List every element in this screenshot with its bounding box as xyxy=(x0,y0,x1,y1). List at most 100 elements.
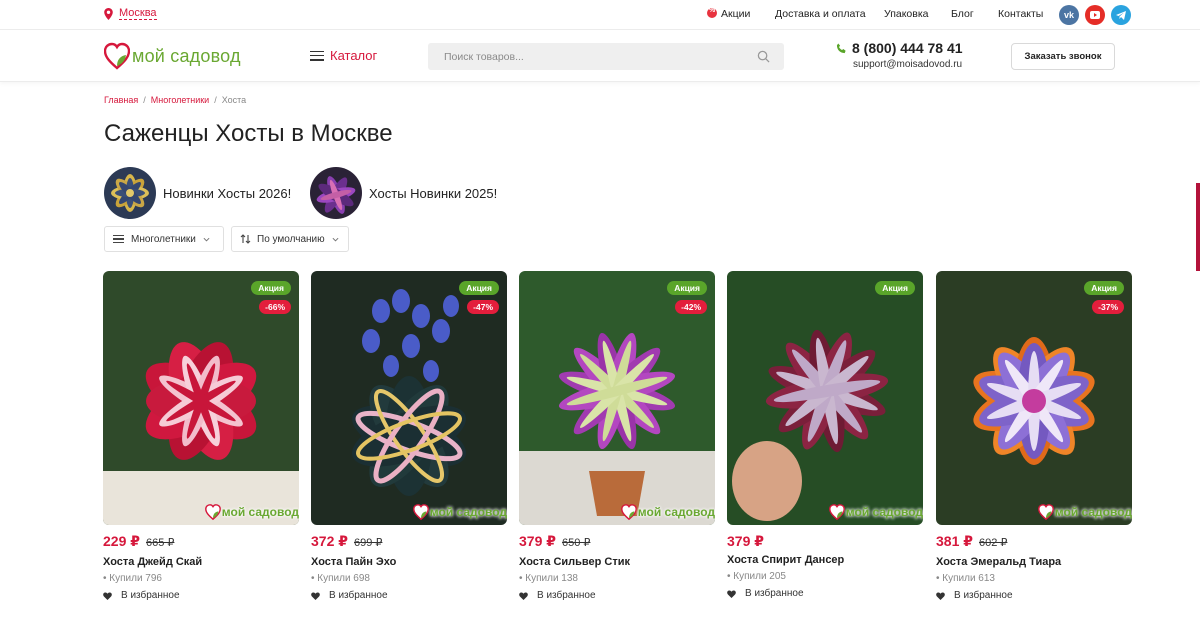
watermark-text: мой садовод xyxy=(429,505,507,519)
sale-badge: Акция xyxy=(667,281,707,295)
watermark-text: мой садовод xyxy=(1054,505,1132,519)
product-card[interactable]: Акция -66% мой садовод 229 ₽ 665 ₽ Хоста… xyxy=(103,271,299,601)
search-input[interactable] xyxy=(428,43,784,70)
breadcrumb: Главная / Многолетники / Хоста xyxy=(104,95,246,105)
discount-badge: -66% xyxy=(259,300,291,314)
favorite-button[interactable]: В избранное xyxy=(311,590,388,601)
product-image[interactable]: Акция мой садовод xyxy=(727,271,923,525)
price: 381 ₽ xyxy=(936,533,973,549)
product-card[interactable]: Акция мой садовод 379 ₽ Хоста Спирит Дан… xyxy=(727,271,923,599)
youtube-icon[interactable] xyxy=(1085,5,1105,25)
breadcrumb-separator: / xyxy=(214,95,217,105)
product-card[interactable]: Акция -47% мой садовод 372 ₽ 699 ₽ Хоста… xyxy=(311,271,507,601)
header: мой садовод Каталог 8 (800) 444 78 41 su… xyxy=(0,30,1200,82)
nav-link-promo[interactable]: Акции xyxy=(707,7,750,20)
nav-link-packaging[interactable]: Упаковка xyxy=(884,8,929,20)
heart-leaf-icon xyxy=(412,504,429,521)
vk-icon[interactable]: vk xyxy=(1059,5,1079,25)
product-name[interactable]: Хоста Эмеральд Тиара xyxy=(936,556,1061,568)
sort-select[interactable]: По умолчанию xyxy=(231,226,349,252)
product-card[interactable]: Акция -37% мой садовод 381 ₽ 602 ₽ Хоста… xyxy=(936,271,1132,601)
catalog-button[interactable]: Каталог xyxy=(310,48,377,63)
price: 379 ₽ xyxy=(519,533,556,549)
heart-icon xyxy=(519,591,528,600)
collection-label[interactable]: Хосты Новинки 2025! xyxy=(369,186,497,201)
favorite-label[interactable]: В избранное xyxy=(745,588,804,599)
favorite-label[interactable]: В избранное xyxy=(121,590,180,601)
heart-leaf-icon xyxy=(620,504,637,521)
breadcrumb-current: Хоста xyxy=(221,95,247,105)
sale-badge: Акция xyxy=(251,281,291,295)
phone-icon xyxy=(836,42,846,53)
discount-badge: -42% xyxy=(675,300,707,314)
sort-icon xyxy=(240,234,251,244)
chevron-down-icon xyxy=(203,237,210,242)
product-image[interactable]: Акция -66% мой садовод xyxy=(103,271,299,525)
price: 372 ₽ xyxy=(311,533,348,549)
watermark-logo: мой садовод xyxy=(204,503,299,521)
heart-leaf-icon xyxy=(104,42,130,70)
collection-link-2025[interactable]: Хосты Новинки 2025! xyxy=(310,167,497,219)
scroll-indicator[interactable] xyxy=(1196,183,1200,271)
collection-link-2026[interactable]: Новинки Хосты 2026! xyxy=(104,167,291,219)
bought-count: • Купили 796 xyxy=(103,573,162,584)
city-selector[interactable]: Москва xyxy=(104,7,157,20)
sort-select-label: По умолчанию xyxy=(257,233,325,245)
percent-icon xyxy=(707,7,717,18)
breadcrumb-perennials[interactable]: Многолетники xyxy=(151,95,209,105)
favorite-button[interactable]: В избранное xyxy=(103,590,180,601)
nav-link-contacts[interactable]: Контакты xyxy=(998,8,1043,20)
support-email[interactable]: support@moisadovod.ru xyxy=(853,59,962,70)
old-price: 699 ₽ xyxy=(354,537,383,549)
favorite-button[interactable]: В избранное xyxy=(727,588,804,599)
heart-icon xyxy=(936,591,945,600)
nav-label[interactable]: Акции xyxy=(721,8,750,20)
watermark-text: мой садовод xyxy=(221,505,299,519)
nav-link-delivery[interactable]: Доставка и оплата xyxy=(775,8,866,20)
bought-count: • Купили 138 xyxy=(519,573,578,584)
product-card[interactable]: Акция -42% мой садовод 379 ₽ 650 ₽ Хоста… xyxy=(519,271,715,601)
catalog-label: Каталог xyxy=(330,48,378,63)
price-row: 379 ₽ 650 ₽ xyxy=(519,533,590,550)
favorite-label[interactable]: В избранное xyxy=(329,590,388,601)
logo[interactable]: мой садовод xyxy=(104,41,241,71)
bought-count: • Купили 613 xyxy=(936,573,995,584)
product-name[interactable]: Хоста Спирит Дансер xyxy=(727,554,844,566)
location-pin-icon xyxy=(104,7,113,20)
product-image[interactable]: Акция -37% мой садовод xyxy=(936,271,1132,525)
phone-text[interactable]: 8 (800) 444 78 41 xyxy=(852,40,963,56)
product-image[interactable]: Акция -47% мой садовод xyxy=(311,271,507,525)
collection-thumbnail xyxy=(310,167,362,219)
price: 379 ₽ xyxy=(727,533,764,549)
favorite-label[interactable]: В избранное xyxy=(954,590,1013,601)
phone-number[interactable]: 8 (800) 444 78 41 xyxy=(836,40,963,56)
product-name[interactable]: Хоста Джейд Скай xyxy=(103,556,202,568)
price-row: 379 ₽ xyxy=(727,533,764,550)
heart-icon xyxy=(311,591,320,600)
search-icon[interactable] xyxy=(757,50,770,63)
category-filter[interactable]: Многолетники xyxy=(104,226,224,252)
telegram-icon[interactable] xyxy=(1111,5,1131,25)
collection-label[interactable]: Новинки Хосты 2026! xyxy=(163,186,291,201)
product-name[interactable]: Хоста Пайн Эхо xyxy=(311,556,396,568)
chevron-down-icon xyxy=(332,237,339,242)
product-name[interactable]: Хоста Сильвер Стик xyxy=(519,556,630,568)
sale-badge: Акция xyxy=(459,281,499,295)
city-name[interactable]: Москва xyxy=(119,7,157,20)
callback-button[interactable]: Заказать звонок xyxy=(1011,43,1115,70)
breadcrumb-home[interactable]: Главная xyxy=(104,95,138,105)
sale-badge: Акция xyxy=(1084,281,1124,295)
favorite-button[interactable]: В избранное xyxy=(936,590,1013,601)
watermark-logo: мой садовод xyxy=(412,503,507,521)
favorite-label[interactable]: В избранное xyxy=(537,590,596,601)
price-row: 372 ₽ 699 ₽ xyxy=(311,533,382,550)
heart-icon xyxy=(103,591,112,600)
heart-leaf-icon xyxy=(1037,504,1054,521)
heart-leaf-icon xyxy=(204,504,221,521)
watermark-text: мой садовод xyxy=(845,505,923,519)
favorite-button[interactable]: В избранное xyxy=(519,590,596,601)
nav-link-blog[interactable]: Блог xyxy=(951,8,974,20)
product-image[interactable]: Акция -42% мой садовод xyxy=(519,271,715,525)
page-title: Саженцы Хосты в Москве xyxy=(104,120,393,147)
price-row: 229 ₽ 665 ₽ xyxy=(103,533,174,550)
